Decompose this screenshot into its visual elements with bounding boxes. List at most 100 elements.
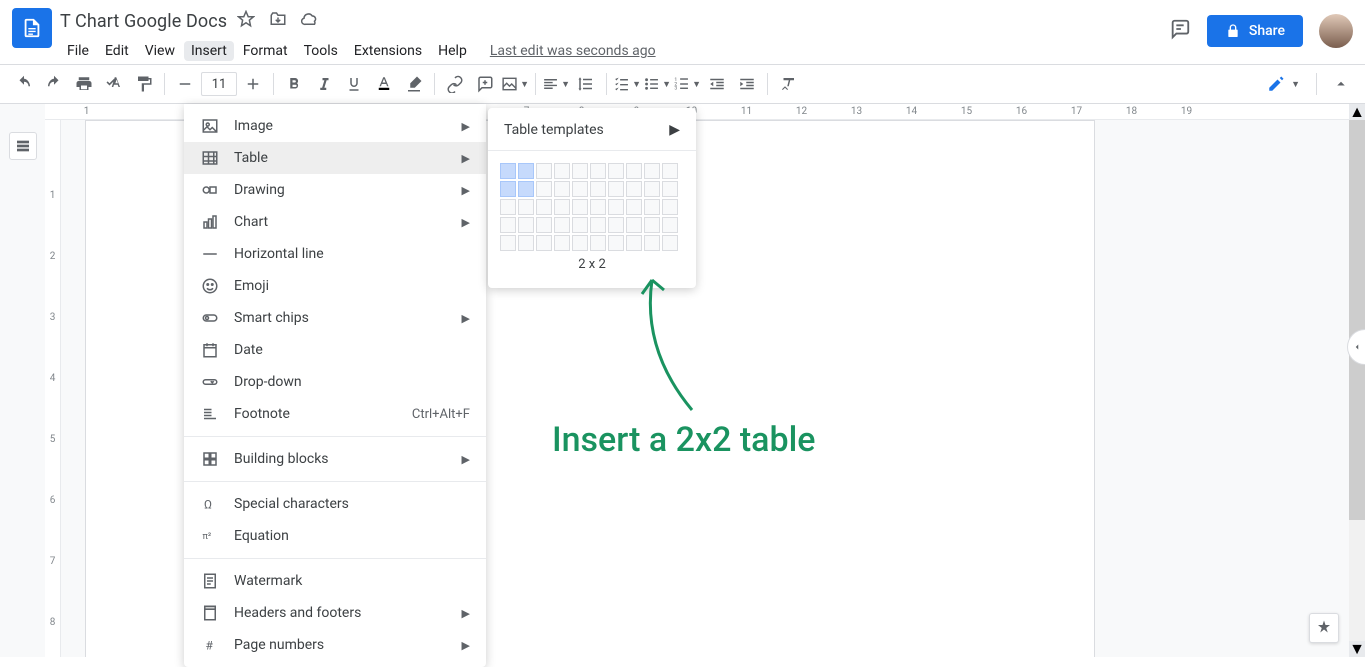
table-grid-cell[interactable] <box>626 163 642 179</box>
insert-link-button[interactable] <box>441 70 469 98</box>
insert-menu-footnote[interactable]: FootnoteCtrl+Alt+F <box>184 398 486 430</box>
table-grid-cell[interactable] <box>608 163 624 179</box>
scroll-down-button[interactable]: ▼ <box>1349 641 1365 657</box>
docs-logo[interactable] <box>12 8 52 48</box>
table-grid-cell[interactable] <box>644 235 660 251</box>
insert-menu-watermark[interactable]: Watermark <box>184 565 486 597</box>
table-grid-cell[interactable] <box>536 235 552 251</box>
document-title[interactable]: T Chart Google Docs <box>60 11 227 32</box>
table-grid-cell[interactable] <box>572 163 588 179</box>
table-grid-cell[interactable] <box>500 181 516 197</box>
table-grid-cell[interactable] <box>662 181 678 197</box>
table-grid-cell[interactable] <box>554 181 570 197</box>
line-spacing-button[interactable] <box>572 70 600 98</box>
insert-menu-emoji[interactable]: Emoji <box>184 270 486 302</box>
scroll-up-button[interactable]: ▲ <box>1349 104 1365 120</box>
table-grid-cell[interactable] <box>500 163 516 179</box>
font-size-decrease[interactable] <box>171 70 199 98</box>
font-size-increase[interactable] <box>239 70 267 98</box>
font-size-input[interactable]: 11 <box>201 72 237 96</box>
table-grid-cell[interactable] <box>644 181 660 197</box>
table-grid-cell[interactable] <box>518 181 534 197</box>
document-outline-button[interactable] <box>9 132 37 160</box>
increase-indent-button[interactable] <box>733 70 761 98</box>
table-grid-cell[interactable] <box>662 235 678 251</box>
insert-menu-special-characters[interactable]: ΩSpecial characters <box>184 488 486 520</box>
italic-button[interactable] <box>310 70 338 98</box>
table-grid-cell[interactable] <box>644 199 660 215</box>
table-grid-cell[interactable] <box>572 181 588 197</box>
table-grid-cell[interactable] <box>518 199 534 215</box>
table-grid-cell[interactable] <box>644 163 660 179</box>
spellcheck-button[interactable] <box>100 70 128 98</box>
clear-formatting-button[interactable] <box>774 70 802 98</box>
table-grid-cell[interactable] <box>518 163 534 179</box>
table-grid-cell[interactable] <box>536 181 552 197</box>
table-grid-cell[interactable] <box>608 199 624 215</box>
table-grid-cell[interactable] <box>644 217 660 233</box>
table-grid-cell[interactable] <box>500 217 516 233</box>
undo-button[interactable] <box>10 70 38 98</box>
menubar-item-insert[interactable]: Insert <box>184 41 234 61</box>
insert-menu-drawing[interactable]: Drawing▶ <box>184 174 486 206</box>
table-grid-cell[interactable] <box>554 163 570 179</box>
table-grid-cell[interactable] <box>590 181 606 197</box>
vertical-scrollbar[interactable]: ▲ ▼ <box>1349 104 1365 657</box>
highlight-color-button[interactable] <box>400 70 428 98</box>
insert-menu-headers-and-footers[interactable]: Headers and footers▶ <box>184 597 486 629</box>
table-grid-cell[interactable] <box>626 199 642 215</box>
table-grid-cell[interactable] <box>590 217 606 233</box>
table-grid-cell[interactable] <box>590 199 606 215</box>
table-grid-cell[interactable] <box>662 163 678 179</box>
insert-menu-smart-chips[interactable]: Smart chips▶ <box>184 302 486 334</box>
redo-button[interactable] <box>40 70 68 98</box>
table-grid-cell[interactable] <box>608 235 624 251</box>
table-grid-cell[interactable] <box>572 217 588 233</box>
table-grid-cell[interactable] <box>500 235 516 251</box>
table-grid-cell[interactable] <box>554 217 570 233</box>
insert-menu-table[interactable]: Table▶ <box>184 142 486 174</box>
table-grid-cell[interactable] <box>608 181 624 197</box>
table-grid-cell[interactable] <box>500 199 516 215</box>
table-grid-cell[interactable] <box>572 199 588 215</box>
last-edit-link[interactable]: Last edit was seconds ago <box>490 43 656 59</box>
table-grid-cell[interactable] <box>626 235 642 251</box>
table-grid-cell[interactable] <box>608 217 624 233</box>
insert-menu-building-blocks[interactable]: Building blocks▶ <box>184 443 486 475</box>
move-icon[interactable] <box>269 10 287 32</box>
explore-button[interactable] <box>1309 613 1339 643</box>
table-grid-cell[interactable] <box>590 235 606 251</box>
menubar-item-file[interactable]: File <box>60 41 96 61</box>
comment-history-icon[interactable] <box>1169 18 1191 44</box>
menubar-item-edit[interactable]: Edit <box>98 41 136 61</box>
avatar[interactable] <box>1319 14 1353 48</box>
table-size-picker[interactable]: 2 x 2 <box>488 157 696 280</box>
vertical-ruler[interactable]: 123456789 <box>45 120 61 657</box>
table-grid-cell[interactable] <box>536 163 552 179</box>
table-grid-cell[interactable] <box>554 199 570 215</box>
scroll-thumb[interactable] <box>1349 120 1365 520</box>
table-grid-cell[interactable] <box>518 217 534 233</box>
paint-format-button[interactable] <box>130 70 158 98</box>
menubar-item-format[interactable]: Format <box>236 41 295 61</box>
insert-menu-image[interactable]: Image▶ <box>184 110 486 142</box>
table-grid-cell[interactable] <box>662 217 678 233</box>
cloud-status-icon[interactable] <box>301 10 319 32</box>
hide-menus-button[interactable] <box>1327 70 1355 98</box>
numbered-list-button[interactable]: 123▼ <box>673 70 701 98</box>
table-grid-cell[interactable] <box>626 181 642 197</box>
menubar-item-help[interactable]: Help <box>431 41 474 61</box>
insert-image-button[interactable]: ▼ <box>501 70 529 98</box>
align-button[interactable]: ▼ <box>542 70 570 98</box>
text-color-button[interactable] <box>370 70 398 98</box>
menubar-item-tools[interactable]: Tools <box>297 41 345 61</box>
table-grid-cell[interactable] <box>536 199 552 215</box>
bulleted-list-button[interactable]: ▼ <box>643 70 671 98</box>
bold-button[interactable] <box>280 70 308 98</box>
insert-menu-date[interactable]: Date <box>184 334 486 366</box>
table-grid-cell[interactable] <box>662 199 678 215</box>
decrease-indent-button[interactable] <box>703 70 731 98</box>
checklist-button[interactable]: ▼ <box>613 70 641 98</box>
insert-menu-horizontal-line[interactable]: Horizontal line <box>184 238 486 270</box>
underline-button[interactable] <box>340 70 368 98</box>
